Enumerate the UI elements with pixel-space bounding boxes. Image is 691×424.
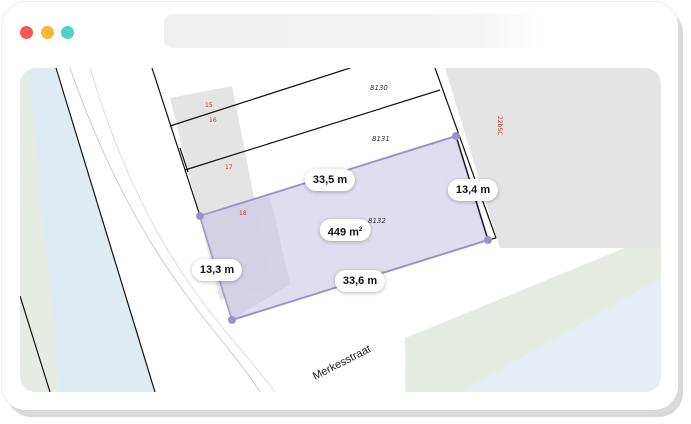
house-number-18: 18 — [239, 210, 247, 217]
vertex-handle — [196, 212, 204, 220]
left-edge-measurement: 13,3 m — [191, 259, 243, 281]
area-value: 449 m — [327, 226, 359, 239]
map-viewport[interactable]: 8130 8131 8132 15 16 17 18 22b5C Merkess… — [20, 68, 661, 392]
address-bar[interactable] — [164, 14, 548, 48]
house-number-15: 15 — [205, 102, 213, 109]
area-measurement: 449 m2 — [319, 219, 371, 241]
parcel-number-8132: 8132 — [368, 217, 386, 225]
maximize-window-button[interactable] — [61, 26, 74, 39]
area-unit-superscript: 2 — [358, 227, 363, 233]
right-edge-measurement: 13,4 m — [447, 179, 499, 201]
close-window-button[interactable] — [20, 26, 33, 39]
vertex-handle — [452, 132, 460, 140]
parcel-number-8131: 8131 — [372, 135, 390, 143]
street-name-label: Merkesstraat — [311, 343, 373, 383]
bottom-edge-measurement: 33,6 m — [334, 270, 386, 292]
house-number-17: 17 — [225, 164, 233, 171]
vertex-handle — [228, 316, 236, 324]
parcel-number-8130: 8130 — [370, 84, 388, 92]
house-number-16: 16 — [209, 117, 217, 124]
browser-window: 8130 8131 8132 15 16 17 18 22b5C Merkess… — [2, 2, 678, 410]
vertex-handle — [484, 236, 492, 244]
minimize-window-button[interactable] — [41, 26, 54, 39]
top-edge-measurement: 33,5 m — [304, 169, 356, 191]
house-number-22b5c: 22b5C — [496, 116, 503, 135]
